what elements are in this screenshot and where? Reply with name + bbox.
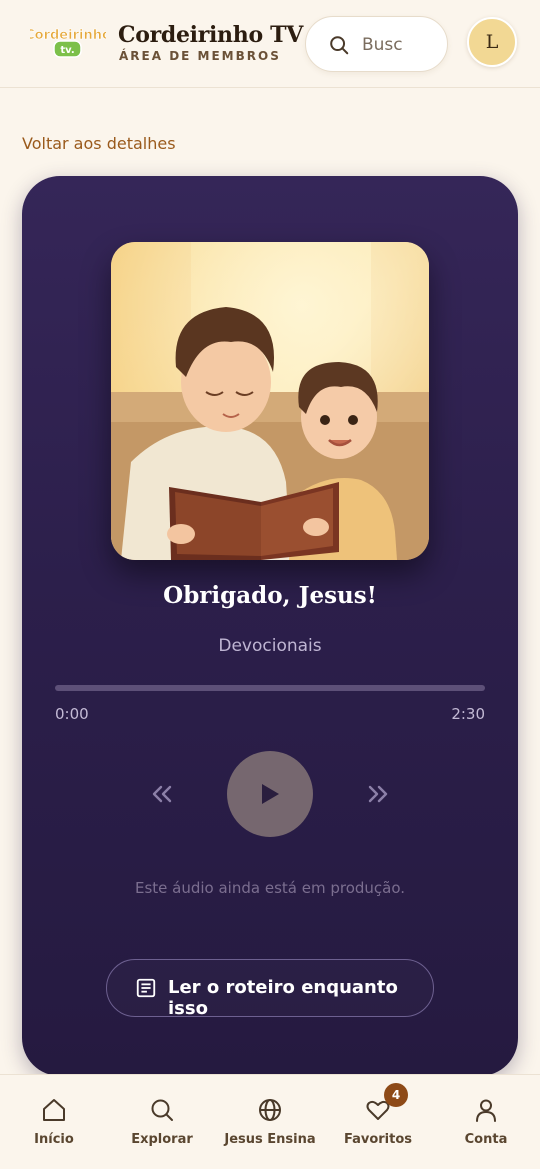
cover-image bbox=[111, 242, 429, 560]
app-header: Cordeirinho tv. Cordeirinho TV ÁREA DE M… bbox=[0, 0, 540, 88]
nav-label: Explorar bbox=[131, 1132, 193, 1147]
double-chevron-left-icon[interactable] bbox=[148, 780, 176, 808]
back-to-details-link[interactable]: Voltar aos detalhes bbox=[22, 134, 176, 153]
audio-player-card: Obrigado, Jesus! Devocionais 0:00 2:30 E… bbox=[22, 176, 518, 1076]
production-note: Este áudio ainda está em produção. bbox=[134, 879, 406, 897]
search-box[interactable] bbox=[305, 16, 448, 72]
time-current: 0:00 bbox=[55, 705, 89, 723]
nav-label: Conta bbox=[464, 1132, 508, 1147]
document-icon bbox=[136, 978, 156, 998]
user-icon bbox=[476, 1099, 496, 1122]
nav-label: Jesus Ensina bbox=[224, 1132, 316, 1147]
nav-item-explorar[interactable]: Explorar bbox=[108, 1075, 216, 1169]
track-title: Obrigado, Jesus! bbox=[163, 582, 377, 609]
read-script-button[interactable]: Ler o roteiro enquanto isso bbox=[106, 959, 434, 1019]
svg-text:tv.: tv. bbox=[60, 45, 74, 56]
search-input[interactable] bbox=[362, 31, 442, 59]
play-icon bbox=[262, 784, 279, 804]
nav-label: Favoritos bbox=[343, 1132, 413, 1147]
brand-subtitle: ÁREA DE MEMBROS bbox=[119, 49, 281, 63]
track-category: Devocionais bbox=[218, 636, 322, 656]
search-icon bbox=[330, 36, 349, 55]
brand-logo[interactable]: Cordeirinho tv. bbox=[30, 22, 106, 60]
nav-item-inicio[interactable]: Início bbox=[0, 1075, 108, 1169]
progress-bar[interactable] bbox=[55, 685, 485, 691]
play-button[interactable] bbox=[227, 751, 313, 837]
favorites-count-badge: 4 bbox=[384, 1083, 408, 1107]
globe-icon bbox=[259, 1099, 281, 1121]
avatar[interactable]: L bbox=[467, 17, 517, 67]
search-icon bbox=[151, 1099, 173, 1121]
nav-label: Início bbox=[34, 1132, 74, 1147]
nav-item-jesus-ensina[interactable]: Jesus Ensina bbox=[216, 1075, 324, 1169]
nav-item-conta[interactable]: Conta bbox=[432, 1075, 540, 1169]
bottom-nav: Início Explorar Jesus Ensina Favoritos C… bbox=[0, 1074, 540, 1169]
read-script-label: Ler o roteiro enquanto isso bbox=[168, 977, 398, 1019]
home-icon bbox=[43, 1099, 65, 1121]
time-total: 2:30 bbox=[451, 705, 485, 723]
brand-title: Cordeirinho TV bbox=[118, 22, 304, 48]
nav-item-favoritos[interactable]: Favoritos bbox=[324, 1075, 432, 1169]
double-chevron-right-icon[interactable] bbox=[364, 780, 392, 808]
